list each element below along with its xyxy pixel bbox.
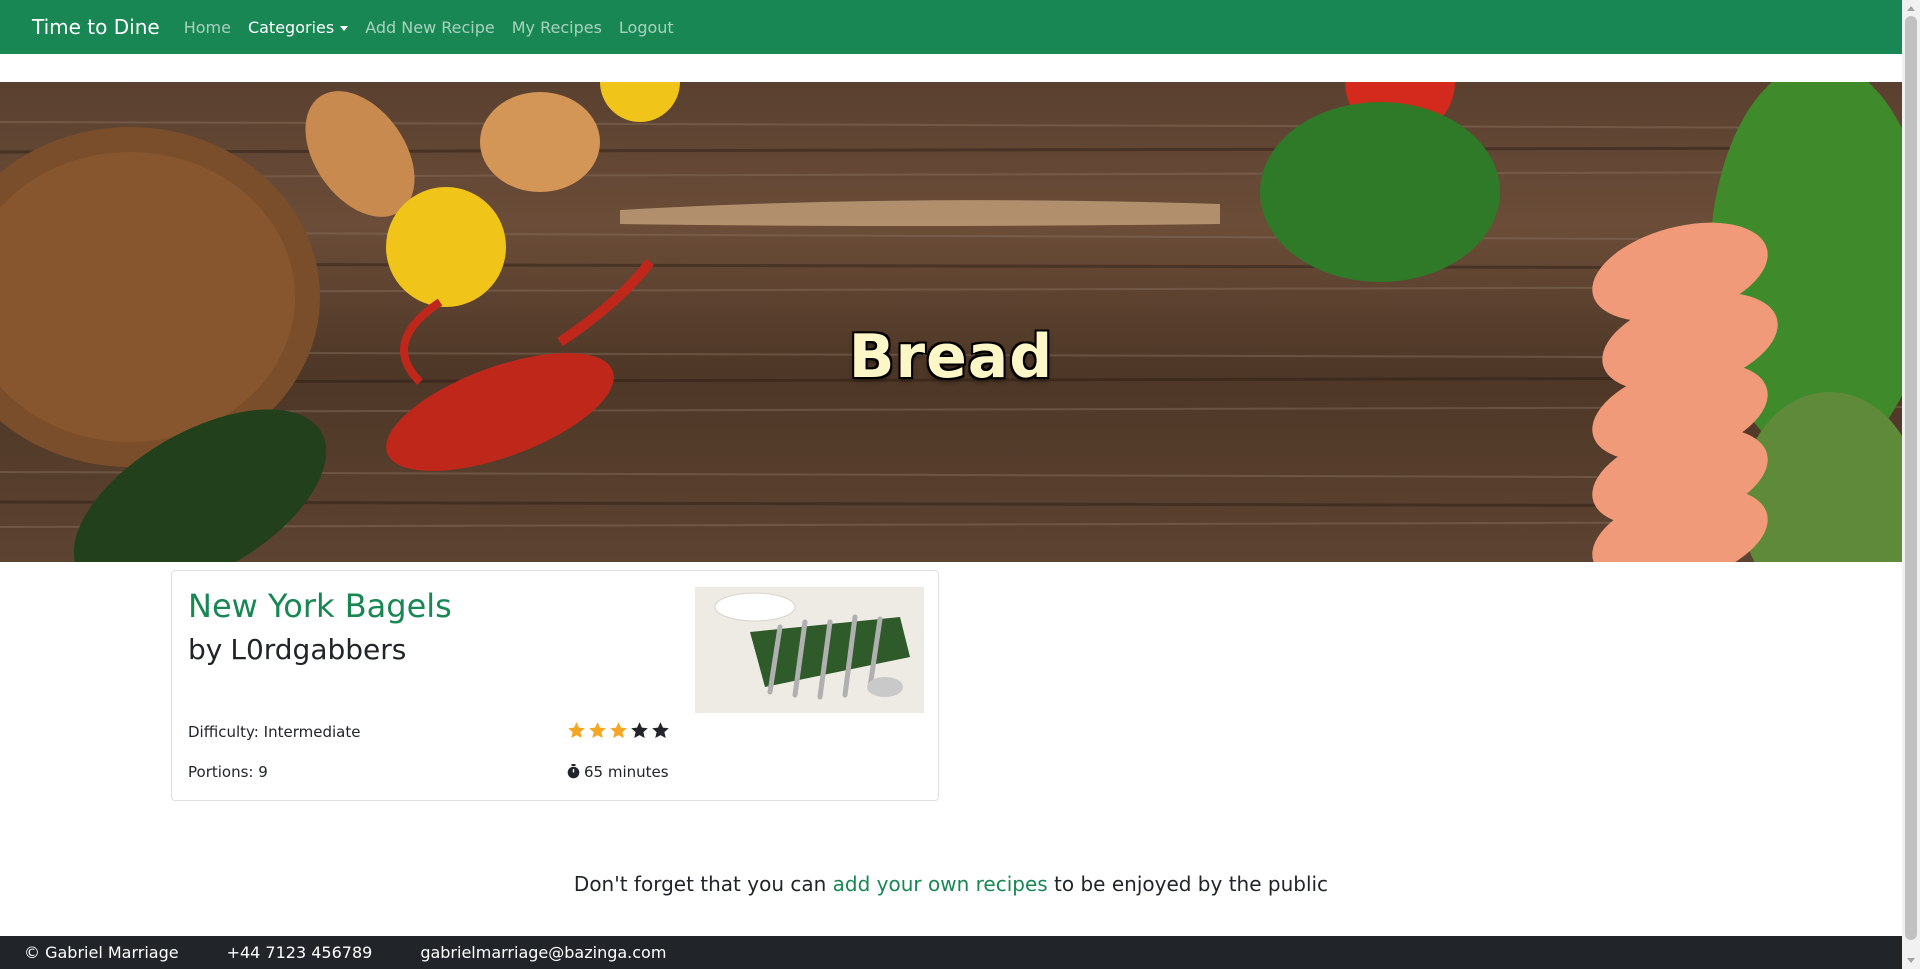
prompt-text-before: Don't forget that you can <box>573 872 827 896</box>
recipe-thumbnail[interactable] <box>695 587 924 713</box>
site-footer: © Gabriel Marriage +44 7123 456789 gabri… <box>0 936 1902 969</box>
footer-phone: +44 7123 456789 <box>226 943 373 962</box>
recipe-title-link[interactable]: New York Bagels <box>188 587 452 625</box>
footer-email: gabrielmarriage@bazinga.com <box>420 943 667 962</box>
star-empty-icon <box>631 722 648 739</box>
portions-info: Portions: 9 <box>188 763 268 781</box>
footer-copyright: © Gabriel Marriage <box>24 943 179 962</box>
nav-categories-dropdown[interactable]: Categories <box>247 17 349 37</box>
time-value: 65 minutes <box>584 763 669 781</box>
difficulty-info: Difficulty: Intermediate <box>188 723 360 741</box>
portions-value: 9 <box>258 763 268 781</box>
star-filled-icon <box>610 722 627 739</box>
star-filled-icon <box>568 722 585 739</box>
caret-down-icon <box>340 25 349 31</box>
star-empty-icon <box>652 722 669 739</box>
author-name: L0rdgabbers <box>230 633 407 666</box>
navbar: Time to Dine Home Categories Add New Rec… <box>0 0 1902 54</box>
brand-link[interactable]: Time to Dine <box>32 15 160 39</box>
recipe-author: by L0rdgabbers <box>188 633 406 666</box>
difficulty-value: Intermediate <box>263 723 361 741</box>
prompt-text-after: to be enjoyed by the public <box>1054 872 1329 896</box>
nav-my-recipes[interactable]: My Recipes <box>512 18 602 37</box>
hero-banner: Bread <box>0 82 1902 562</box>
nav-add-new-recipe[interactable]: Add New Recipe <box>365 18 495 37</box>
portions-label: Portions: <box>188 763 254 781</box>
nav-home[interactable]: Home <box>184 18 231 37</box>
nav-logout[interactable]: Logout <box>619 18 674 37</box>
author-prefix: by <box>188 633 223 666</box>
scroll-up-arrow-icon[interactable] <box>1907 6 1915 11</box>
star-filled-icon <box>589 722 606 739</box>
vertical-scrollbar[interactable] <box>1902 0 1920 969</box>
recipe-card[interactable]: New York Bagels by L0rdgabbers Difficulty… <box>171 570 939 801</box>
scrollbar-thumb[interactable] <box>1905 16 1917 940</box>
time-info: 65 minutes <box>567 763 669 781</box>
rating-stars <box>567 721 670 740</box>
cutlery-image <box>695 587 924 713</box>
nav-categories-label: Categories <box>247 17 335 37</box>
category-title: Bread <box>848 322 1054 392</box>
add-recipe-prompt: Don't forget that you can add your own r… <box>0 872 1902 896</box>
difficulty-label: Difficulty: <box>188 723 259 741</box>
stopwatch-icon <box>567 764 580 779</box>
scroll-down-arrow-icon[interactable] <box>1907 958 1915 963</box>
add-own-recipes-link[interactable]: add your own recipes <box>833 872 1048 896</box>
